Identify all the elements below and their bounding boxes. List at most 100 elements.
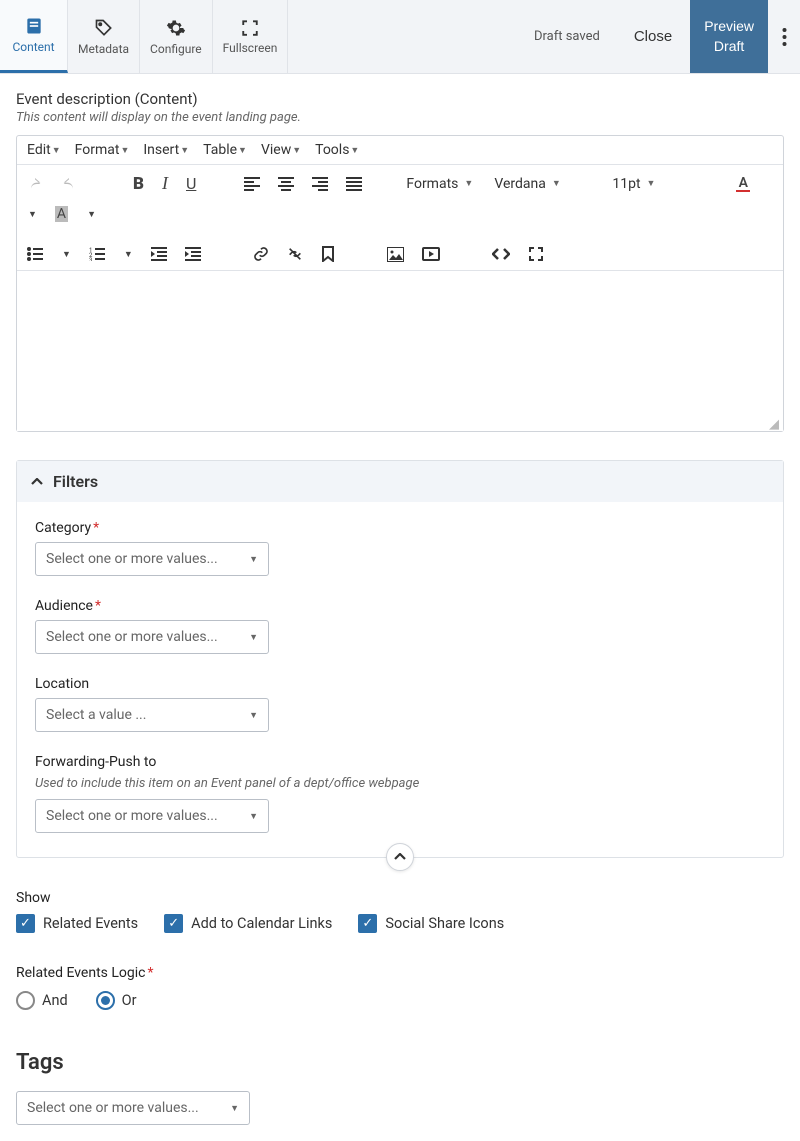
align-justify-button[interactable] [346,177,362,191]
svg-text:3: 3 [89,257,92,261]
more-options-button[interactable] [768,28,800,46]
image-icon [387,247,404,262]
align-justify-icon [346,177,362,191]
menu-format[interactable]: Format▼ [75,142,130,158]
bullet-list-dropdown[interactable]: ▼ [62,249,71,260]
logic-or-radio[interactable]: Or [96,991,137,1010]
audience-select[interactable]: Select one or more values... ▼ [35,620,269,654]
menu-table[interactable]: Table▼ [203,142,247,158]
forwarding-help: Used to include this item on an Event pa… [35,776,765,791]
font-family-dropdown[interactable]: Verdana▼ [494,176,594,192]
tab-label: Metadata [78,42,129,56]
calendar-links-checkbox[interactable]: ✓ [164,914,183,933]
menu-edit[interactable]: Edit▼ [27,142,61,158]
align-center-button[interactable] [278,177,294,191]
chevron-down-icon: ▼ [350,145,359,156]
close-button[interactable]: Close [616,0,690,73]
outdent-button[interactable] [151,247,167,261]
text-color-dropdown[interactable]: ▼ [28,209,37,220]
social-icons-checkbox[interactable]: ✓ [358,914,377,933]
chevron-up-icon [394,853,406,861]
image-button[interactable] [387,247,404,262]
underline-button[interactable]: U [186,174,196,193]
radio-icon [96,991,115,1010]
show-label: Show [16,890,784,906]
numbered-list-button[interactable]: 123 [89,247,105,261]
tab-label: Fullscreen [223,41,278,55]
code-button[interactable] [492,247,510,261]
align-left-button[interactable] [244,177,260,191]
preview-draft-button[interactable]: Preview Draft [690,0,768,73]
bookmark-button[interactable] [321,246,335,262]
menu-view[interactable]: View▼ [261,142,301,158]
category-select[interactable]: Select one or more values... ▼ [35,542,269,576]
chevron-up-icon [31,478,43,486]
chevron-down-icon: ▼ [552,178,561,189]
outdent-icon [151,247,167,261]
draft-saved-status: Draft saved [518,29,616,44]
chevron-down-icon: ▼ [249,554,258,565]
forwarding-select[interactable]: Select one or more values... ▼ [35,799,269,833]
undo-icon [27,176,43,192]
redo-button[interactable] [61,176,77,192]
expand-icon [528,246,544,262]
editor-field-help: This content will display on the event l… [16,110,784,125]
chevron-down-icon: ▼ [249,811,258,822]
font-size-dropdown[interactable]: 11pt▼ [612,176,692,192]
formats-dropdown[interactable]: Formats▼ [406,176,476,192]
align-right-icon [312,177,328,191]
link-button[interactable] [253,246,269,262]
highlight-icon: A [55,206,68,222]
numbered-list-icon: 123 [89,247,105,261]
bullet-list-button[interactable] [27,247,43,261]
unlink-icon [287,246,303,262]
tag-icon [94,18,114,38]
align-right-button[interactable] [312,177,328,191]
chevron-down-icon: ▼ [249,632,258,643]
rich-text-editor: Edit▼ Format▼ Insert▼ Table▼ View▼ Tools… [16,135,784,432]
chevron-down-icon: ▼ [230,1103,239,1114]
align-left-icon [244,177,260,191]
tags-select[interactable]: Select one or more values... ▼ [16,1091,250,1125]
filters-panel-header[interactable]: Filters [17,461,783,502]
editor-content-area[interactable]: ◢ [17,271,783,431]
tab-content[interactable]: Content [0,0,68,73]
code-icon [492,247,510,261]
undo-button[interactable] [27,176,43,192]
calendar-links-label: Add to Calendar Links [191,915,332,932]
indent-button[interactable] [185,247,201,261]
resize-handle[interactable]: ◢ [769,417,781,429]
location-select[interactable]: Select a value ... ▼ [35,698,269,732]
filters-panel: Filters Category* Select one or more val… [16,460,784,858]
numbered-list-dropdown[interactable]: ▼ [124,249,133,260]
fullscreen-editor-button[interactable] [528,246,544,262]
tab-configure[interactable]: Configure [140,0,213,73]
align-center-icon [278,177,294,191]
logic-and-radio[interactable]: And [16,991,68,1010]
document-icon [24,16,44,36]
menu-tools[interactable]: Tools▼ [315,142,359,158]
social-icons-label: Social Share Icons [385,915,504,932]
location-label: Location [35,676,765,692]
tab-fullscreen[interactable]: Fullscreen [213,0,289,73]
italic-button[interactable]: I [162,173,168,194]
tab-metadata[interactable]: Metadata [68,0,140,73]
text-color-indicator [736,190,750,192]
collapse-panel-button[interactable] [386,843,414,871]
bold-button[interactable]: B [133,174,144,194]
bookmark-icon [321,246,335,262]
media-icon [422,247,440,261]
menu-insert[interactable]: Insert▼ [143,142,189,158]
text-color-button[interactable]: A [736,175,750,192]
bg-color-dropdown[interactable]: ▼ [87,209,96,220]
bg-color-button[interactable]: A [55,206,68,222]
chevron-down-icon: ▼ [52,145,61,156]
chevron-down-icon: ▼ [120,145,129,156]
media-button[interactable] [422,247,440,261]
chevron-down-icon: ▼ [180,145,189,156]
related-events-checkbox[interactable]: ✓ [16,914,35,933]
chevron-down-icon: ▼ [249,710,258,721]
unlink-button[interactable] [287,246,303,262]
redo-icon [61,176,77,192]
fullscreen-icon [241,19,259,37]
